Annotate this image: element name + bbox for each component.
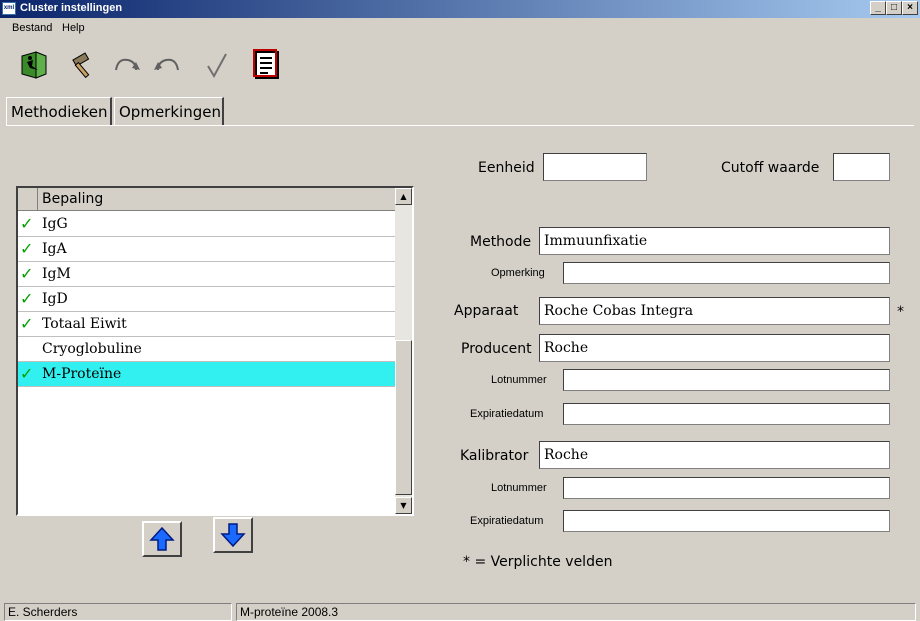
status-user: E. Scherders bbox=[4, 603, 232, 621]
kalibrator-expiratiedatum-label: Expiratiedatum bbox=[470, 515, 544, 527]
checkmark-icon[interactable] bbox=[200, 48, 234, 82]
expiratiedatum-label: Expiratiedatum bbox=[470, 408, 544, 420]
methode-label: Methode bbox=[470, 234, 532, 250]
bepaling-cell: IgA bbox=[42, 241, 67, 257]
kalibrator-lotnummer-label: Lotnummer bbox=[491, 482, 547, 494]
grid-header: Bepaling bbox=[18, 188, 396, 211]
check-icon: ✓ bbox=[20, 289, 34, 308]
minimize-button[interactable]: _ bbox=[870, 1, 886, 15]
apparaat-input[interactable]: Roche Cobas Integra bbox=[539, 297, 890, 325]
bepaling-cell: IgG bbox=[42, 216, 68, 232]
table-row[interactable]: ✓ IgA bbox=[18, 237, 396, 262]
cutoff-input[interactable] bbox=[833, 153, 890, 181]
methode-input[interactable]: Immuunfixatie bbox=[539, 227, 890, 255]
bepaling-cell: IgD bbox=[42, 291, 68, 307]
window-title: Cluster instellingen bbox=[20, 2, 123, 14]
expiratiedatum-input[interactable] bbox=[563, 403, 890, 425]
opmerking-label: Opmerking bbox=[491, 267, 545, 279]
check-icon: ✓ bbox=[20, 239, 34, 258]
title-bar: xml Cluster instellingen _ □ × bbox=[0, 0, 920, 18]
table-row[interactable]: ✓ M-Proteïne bbox=[18, 362, 396, 387]
menu-bar: Bestand Help bbox=[0, 18, 920, 38]
row-selector-header bbox=[18, 188, 38, 211]
kalibrator-label: Kalibrator bbox=[460, 448, 529, 464]
kalibrator-input[interactable]: Roche bbox=[539, 441, 890, 469]
bepaling-cell: Totaal Eiwit bbox=[42, 316, 127, 332]
scroll-down-icon[interactable]: ▼ bbox=[395, 497, 412, 514]
tab-opmerkingen[interactable]: Opmerkingen bbox=[114, 97, 224, 125]
status-item: M-proteïne 2008.3 bbox=[236, 603, 916, 621]
menu-bestand[interactable]: Bestand bbox=[12, 22, 52, 34]
table-row[interactable]: ✓ Totaal Eiwit bbox=[18, 312, 396, 337]
cutoff-label: Cutoff waarde bbox=[721, 160, 820, 176]
app-icon: xml bbox=[2, 2, 16, 15]
table-row[interactable]: ✓ IgG bbox=[18, 212, 396, 237]
table-row[interactable]: Cryoglobuline bbox=[18, 337, 396, 362]
move-up-button[interactable] bbox=[142, 521, 182, 557]
lotnummer-label: Lotnummer bbox=[491, 374, 547, 386]
tab-divider bbox=[6, 125, 914, 126]
arrow-down-icon bbox=[220, 523, 246, 548]
check-icon: ✓ bbox=[20, 264, 34, 283]
move-down-button[interactable] bbox=[213, 517, 253, 553]
tab-methodieken[interactable]: Methodieken bbox=[6, 97, 112, 125]
check-icon: ✓ bbox=[20, 364, 34, 383]
required-fields-note: * = Verplichte velden bbox=[463, 554, 613, 570]
required-marker: * bbox=[897, 304, 904, 320]
column-header-bepaling[interactable]: Bepaling bbox=[42, 191, 103, 207]
kalibrator-lotnummer-input[interactable] bbox=[563, 477, 890, 499]
lotnummer-input[interactable] bbox=[563, 369, 890, 391]
menu-help[interactable]: Help bbox=[62, 22, 85, 34]
exit-icon[interactable] bbox=[18, 48, 52, 82]
report-icon[interactable] bbox=[250, 48, 284, 82]
undo-icon[interactable] bbox=[150, 48, 184, 82]
status-bar: E. Scherders M-proteïne 2008.3 bbox=[0, 601, 920, 621]
kalibrator-expiratiedatum-input[interactable] bbox=[563, 510, 890, 532]
table-row[interactable]: ✓ IgD bbox=[18, 287, 396, 312]
toolbar bbox=[0, 40, 920, 90]
apparaat-label: Apparaat bbox=[454, 303, 519, 319]
eenheid-label: Eenheid bbox=[478, 160, 535, 176]
hammer-icon[interactable] bbox=[68, 48, 102, 82]
table-row[interactable]: ✓ IgM bbox=[18, 262, 396, 287]
producent-input[interactable]: Roche bbox=[539, 334, 890, 362]
maximize-button[interactable]: □ bbox=[886, 1, 902, 15]
bepaling-cell: IgM bbox=[42, 266, 71, 282]
check-icon: ✓ bbox=[20, 314, 34, 333]
opmerking-input[interactable] bbox=[563, 262, 890, 284]
check-icon: ✓ bbox=[20, 214, 34, 233]
bepaling-cell: Cryoglobuline bbox=[42, 341, 142, 357]
close-button[interactable]: × bbox=[902, 1, 918, 15]
eenheid-input[interactable] bbox=[543, 153, 647, 181]
arrow-up-icon bbox=[149, 526, 175, 551]
scroll-thumb[interactable] bbox=[395, 340, 412, 495]
redo-icon[interactable] bbox=[110, 48, 144, 82]
producent-label: Producent bbox=[461, 341, 532, 357]
bepaling-cell: M-Proteïne bbox=[42, 366, 122, 382]
scroll-up-icon[interactable]: ▲ bbox=[395, 188, 412, 205]
bepaling-grid[interactable]: Bepaling ✓ IgG ✓ IgA ✓ IgM ✓ IgD ✓ Totaal Eiwit Cr… bbox=[16, 186, 414, 516]
grid-scrollbar[interactable]: ▲ ▼ bbox=[395, 188, 412, 514]
